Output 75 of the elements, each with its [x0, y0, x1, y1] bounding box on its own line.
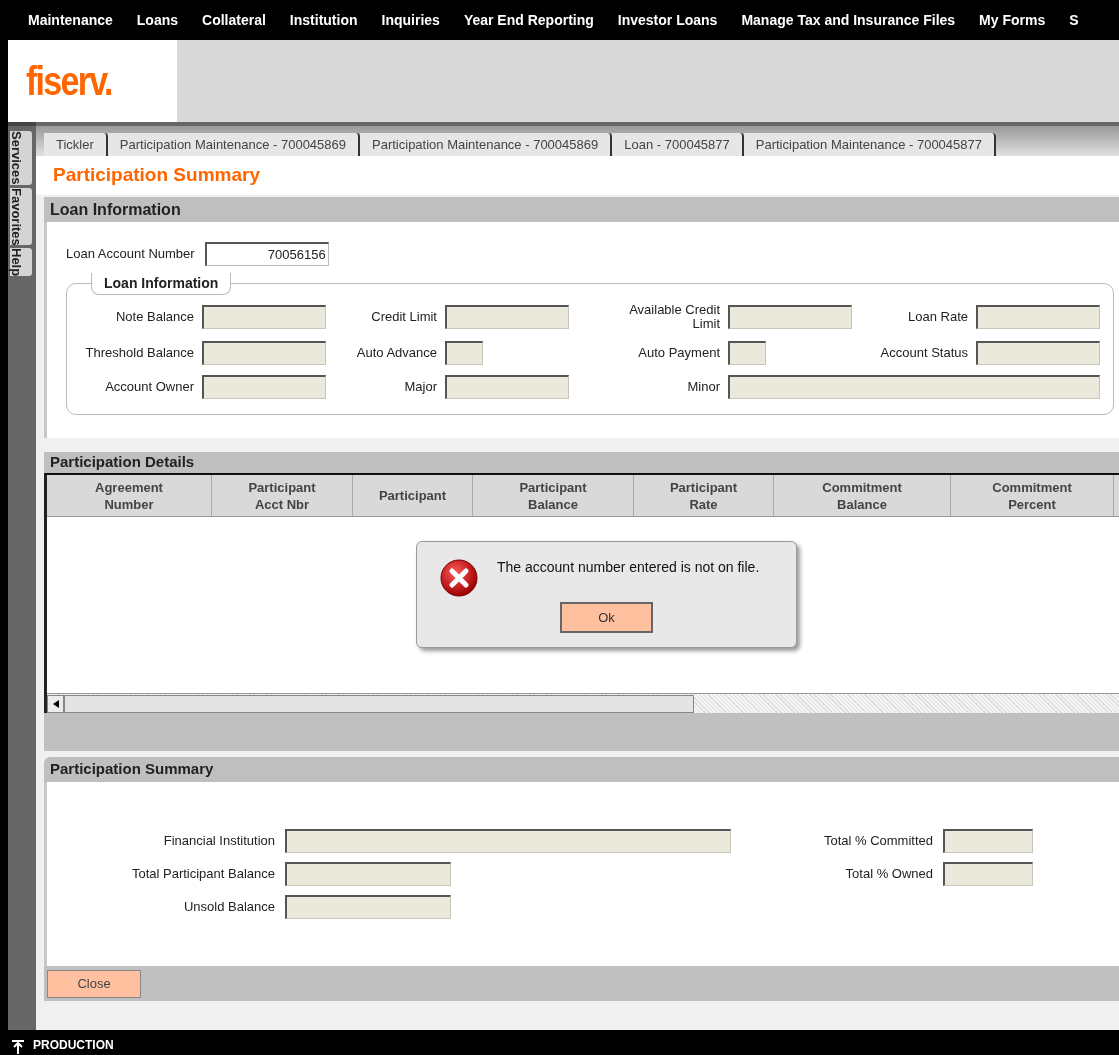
side-tab[interactable]: Services — [10, 131, 32, 185]
error-icon — [439, 558, 479, 598]
input-field[interactable] — [728, 375, 1100, 399]
menu-item[interactable]: S — [1069, 9, 1079, 31]
input-field[interactable] — [445, 305, 569, 329]
ok-button[interactable]: Ok — [560, 602, 653, 633]
field-label: Loan Rate — [907, 310, 968, 324]
close-button[interactable]: Close — [47, 969, 141, 998]
menu-item[interactable]: Maintenance — [28, 9, 113, 31]
scroll-left-button[interactable] — [47, 694, 64, 713]
column-header[interactable]: Participant — [353, 475, 473, 516]
tab[interactable]: Participation Maintenance - 700045869 — [107, 133, 360, 156]
input-field[interactable] — [445, 375, 569, 399]
field-label: Unsold Balance — [182, 898, 275, 917]
field-label: Threshold Balance — [84, 346, 194, 360]
account-number-field[interactable]: 70056156 — [204, 242, 329, 266]
column-header[interactable]: Commitment Balance — [774, 475, 951, 516]
tab[interactable]: Loan - 700045877 — [612, 133, 744, 156]
error-message: The account number entered is not on file. — [497, 558, 760, 577]
column-header[interactable]: Participant Acct Nbr — [212, 475, 353, 516]
menu-item[interactable]: Year End Reporting — [463, 9, 594, 31]
field-label: Financial Institution — [162, 832, 275, 851]
column-header[interactable]: Participant Rate — [634, 475, 774, 516]
menu-item[interactable]: Institution — [289, 9, 358, 31]
scrollbar[interactable] — [47, 693, 1119, 713]
section-title: Participation Summary — [50, 759, 214, 780]
side-tab[interactable]: Favorites — [10, 187, 32, 246]
field-label: Loan Account Number — [66, 245, 195, 264]
side-tab[interactable]: Help — [10, 248, 32, 277]
input-field[interactable] — [445, 341, 483, 365]
field-label: Account Owner — [104, 380, 194, 394]
logo: fiserv. — [26, 58, 112, 105]
group-title: Loan Information — [91, 273, 232, 295]
section-title: Loan Information — [50, 199, 181, 220]
section-title: Participation Details — [50, 451, 195, 472]
menu-item[interactable]: Manage Tax and Insurance Files — [741, 9, 956, 31]
field-label: Credit Limit — [370, 310, 437, 324]
field-label: Note Balance — [114, 310, 194, 324]
tab[interactable]: Participation Maintenance - 700045877 — [743, 133, 996, 156]
input-field[interactable] — [285, 829, 731, 853]
left-arrow-icon — [52, 699, 59, 708]
field-label: Total Participant Balance — [130, 865, 275, 884]
field-label: Account Status — [879, 346, 968, 360]
input-field[interactable] — [728, 341, 766, 365]
environment-label: PRODUCTION — [33, 1037, 114, 1054]
field-label: Available Credit Limit — [628, 303, 720, 331]
upload-arrow-icon[interactable] — [12, 1040, 24, 1054]
input-field[interactable] — [285, 895, 451, 919]
page-title: Participation Summary — [53, 163, 260, 188]
input-field[interactable] — [943, 829, 1033, 853]
scroll-thumb[interactable] — [64, 694, 694, 713]
column-header[interactable]: Commitment Percent — [951, 475, 1114, 516]
column-header[interactable]: Agreement Number — [47, 475, 212, 516]
field-label: Major — [403, 380, 437, 394]
input-field[interactable] — [728, 305, 852, 329]
field-label: Total % Owned — [844, 865, 933, 884]
menu-item[interactable]: Collateral — [202, 9, 266, 31]
menu-item[interactable]: My Forms — [979, 9, 1046, 31]
column-header[interactable]: Participant Balance — [473, 475, 634, 516]
input-field[interactable] — [202, 305, 326, 329]
field-label: Auto Payment — [637, 346, 720, 360]
menu-item[interactable]: Inquiries — [381, 9, 440, 31]
input-field[interactable] — [202, 375, 326, 399]
field-label: Minor — [686, 380, 720, 394]
field-label: Total % Committed — [822, 832, 933, 851]
input-field[interactable] — [976, 305, 1100, 329]
field-label: Auto Advance — [355, 346, 437, 360]
input-field[interactable] — [202, 341, 326, 365]
tab[interactable]: Tickler — [44, 133, 108, 156]
input-field[interactable] — [943, 862, 1033, 886]
menu-item[interactable]: Investor Loans — [617, 9, 718, 31]
input-field[interactable] — [976, 341, 1100, 365]
tab[interactable]: Participation Maintenance - 700045869 — [360, 133, 613, 156]
input-field[interactable] — [285, 862, 451, 886]
menu-item[interactable]: Loans — [136, 9, 179, 31]
